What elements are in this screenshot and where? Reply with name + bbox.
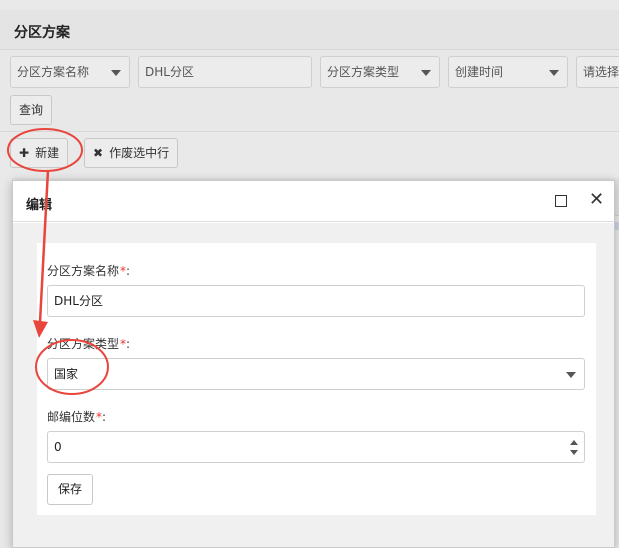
chevron-down-icon xyxy=(549,70,559,76)
query-button[interactable]: 查询 xyxy=(10,95,53,125)
dialog-header: 编辑 ✕ xyxy=(13,181,614,222)
dialog-title: 编辑 xyxy=(26,198,53,213)
zip-digits-label-text: 邮编位数 xyxy=(47,410,96,424)
filter-scheme-type-label: 分区方案类型 xyxy=(327,65,400,79)
save-button[interactable]: 保存 xyxy=(47,474,94,505)
scheme-type-select[interactable]: 国家 xyxy=(47,358,585,390)
filter-scheme-type-select[interactable]: 分区方案类型 xyxy=(320,56,440,88)
form-panel: 分区方案名称*: DHL分区 分区方案类型*: 国家 邮编位数*: 0 保存 xyxy=(37,243,596,515)
edit-dialog: 编辑 ✕ 分区方案名称*: DHL分区 分区方案类型*: 国家 邮编位数*: 0… xyxy=(12,180,615,548)
filter-created-time-label: 创建时间 xyxy=(455,65,504,79)
filter-extra-placeholder: 请选择 xyxy=(583,65,619,79)
scheme-name-label: 分区方案名称*: xyxy=(47,262,130,279)
maximize-button[interactable] xyxy=(549,189,573,213)
label-colon: : xyxy=(102,410,107,424)
void-selected-button-label: 作废选中行 xyxy=(109,146,170,160)
spin-up-icon[interactable] xyxy=(570,440,578,445)
scheme-name-label-text: 分区方案名称 xyxy=(47,264,120,278)
filter-scheme-name-input[interactable]: DHL分区 xyxy=(138,56,312,88)
chevron-down-icon xyxy=(111,70,121,76)
filter-scheme-name-value: DHL分区 xyxy=(145,65,194,79)
filter-extra-select[interactable]: 请选择 xyxy=(576,56,619,88)
scheme-type-value: 国家 xyxy=(54,367,79,381)
maximize-icon xyxy=(555,195,567,207)
zip-digits-value: 0 xyxy=(54,440,62,454)
chevron-down-icon xyxy=(421,70,431,76)
zip-digits-input[interactable]: 0 xyxy=(47,431,585,463)
new-button-label: 新建 xyxy=(35,146,60,160)
save-button-label: 保存 xyxy=(58,482,83,496)
plus-icon: ✚ xyxy=(19,146,30,160)
toolbar-divider xyxy=(0,131,619,132)
label-colon: : xyxy=(126,337,131,351)
scheme-name-value: DHL分区 xyxy=(54,294,103,308)
filter-scheme-name-select[interactable]: 分区方案名称 xyxy=(10,56,130,88)
page-title: 分区方案 xyxy=(14,25,70,41)
scheme-type-label: 分区方案类型*: xyxy=(47,335,130,352)
scheme-name-input[interactable]: DHL分区 xyxy=(47,285,585,317)
page-header: 分区方案 xyxy=(0,10,619,50)
query-button-label: 查询 xyxy=(19,103,44,117)
zip-digits-label: 邮编位数*: xyxy=(47,408,106,425)
chevron-down-icon xyxy=(566,372,576,378)
dialog-body: 分区方案名称*: DHL分区 分区方案类型*: 国家 邮编位数*: 0 保存 xyxy=(13,223,614,547)
x-icon: ✖ xyxy=(93,146,104,160)
close-button[interactable]: ✕ xyxy=(585,189,609,213)
filter-scheme-name-label: 分区方案名称 xyxy=(17,65,90,79)
close-icon: ✕ xyxy=(589,189,605,210)
new-button[interactable]: ✚ 新建 xyxy=(10,138,69,168)
filter-created-time-select[interactable]: 创建时间 xyxy=(448,56,568,88)
label-colon: : xyxy=(126,264,131,278)
void-selected-button[interactable]: ✖ 作废选中行 xyxy=(84,138,179,168)
scheme-type-label-text: 分区方案类型 xyxy=(47,337,120,351)
spin-down-icon[interactable] xyxy=(570,450,578,455)
